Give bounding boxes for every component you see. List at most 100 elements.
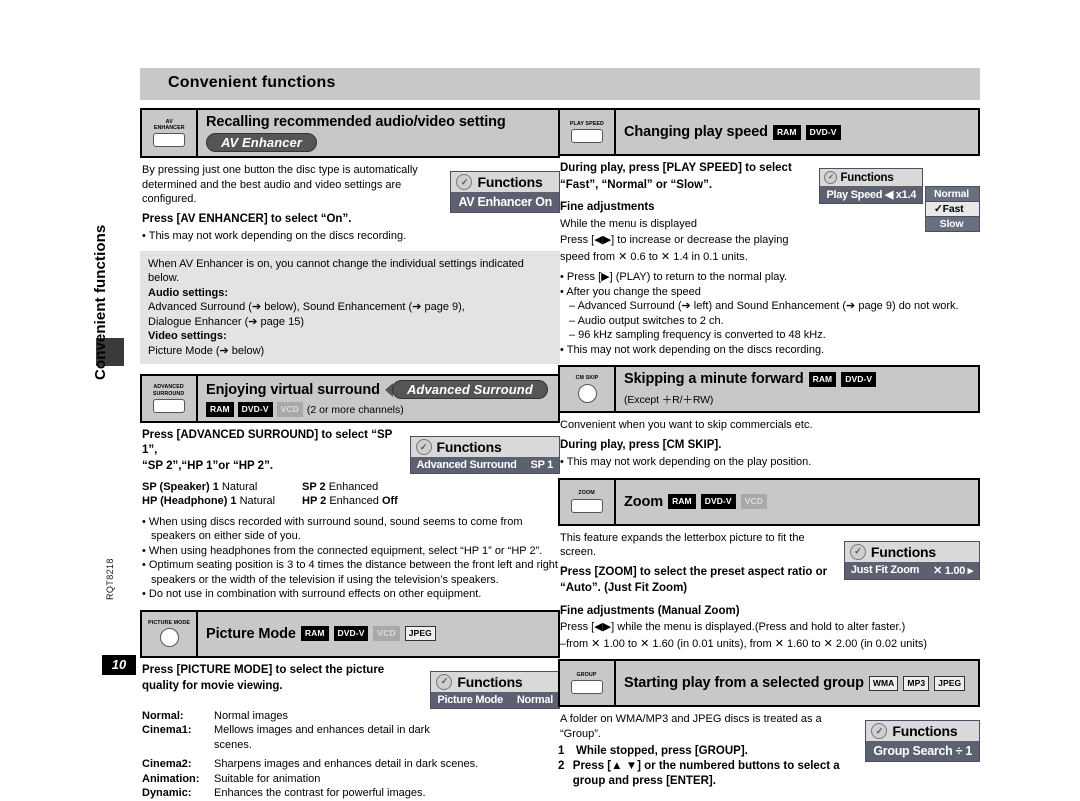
functions-disc-icon: ✓: [849, 543, 866, 560]
functions-disc-icon: ✓: [415, 439, 432, 455]
group-steps: 1 While stopped, press [GROUP]. 2 Press …: [558, 744, 853, 789]
mode-key-2: SP 2: [302, 480, 326, 493]
osd-header: ✓ Functions: [410, 437, 559, 457]
remote-button-shape-icon: [159, 628, 179, 648]
left-column: AV ENHANCER Recalling recommended audio/v…: [140, 108, 560, 801]
functions-disc-icon: ✓: [824, 171, 838, 184]
zoom-instruction-1: Press [ZOOM] to select the preset aspect…: [560, 565, 828, 578]
cm-skip-intro: Convenient when you want to skip commerc…: [560, 419, 813, 431]
play-speed-instruction-2: “Fast”, “Normal” or “Slow”.: [560, 178, 713, 191]
dropdown-option-normal[interactable]: Normal: [926, 187, 979, 202]
osd-header: ✓ Functions: [844, 541, 979, 562]
osd-av-enhancer: ✓ Functions AV Enhancer On: [450, 171, 560, 213]
mode-value-2: Enhanced: [328, 480, 379, 493]
section-av-enhancer: AV ENHANCER Recalling recommended audio/v…: [140, 108, 560, 158]
dropdown-option-fast[interactable]: ✓Fast: [926, 202, 979, 217]
sub-bullet-item: – Audio output switches to 2 ch.: [560, 314, 980, 329]
step-number: 1: [558, 745, 565, 757]
mode-row: HP 2 Enhanced Off: [302, 494, 452, 509]
osd-advanced-surround: ✓ Functions Advanced Surround SP 1: [409, 436, 560, 474]
bullet-item: • Optimum seating position is 3 to 4 tim…: [142, 559, 558, 586]
disc-badge-dvdv: DVD-V: [333, 626, 369, 641]
mode-row: SP 2 Enhanced: [302, 480, 452, 495]
mode-value: Natural: [221, 480, 258, 493]
osd-row: Advanced Surround SP 1: [410, 457, 559, 473]
bullet-text: This may not work depending on the discs…: [148, 230, 407, 242]
remote-button-shape-icon: [571, 680, 603, 695]
osd-header: ✓ Functions: [820, 169, 923, 186]
disc-badge-dvdv: DVD-V: [237, 402, 273, 417]
av-enhancer-bullets: • This may not work depending on the dis…: [142, 229, 560, 244]
remote-button-group: GROUP: [560, 661, 616, 705]
section-advanced-surround: ADVANCED SURROUND Enjoying virtual surrou…: [140, 374, 560, 423]
section-title: Skipping a minute forward: [624, 371, 804, 387]
remote-button-zoom: ZOOM: [560, 479, 616, 524]
mode-key: Dynamic:: [142, 787, 192, 799]
osd-header: ✓ Functions: [451, 172, 559, 192]
advanced-surround-mode-list: SP (Speaker) 1 Natural SP 2 Enhanced HP …: [142, 480, 452, 509]
functions-disc-icon: ✓: [436, 673, 453, 690]
advanced-surround-bullets: • When using discs recorded with surroun…: [142, 515, 560, 602]
remote-button-advanced-surround: ADVANCED SURROUND: [142, 376, 198, 421]
mode-value: Natural: [239, 495, 276, 507]
disc-badge-vcd: VCD: [373, 626, 400, 641]
osd-header: ✓ Functions: [431, 671, 559, 692]
note-lead: When AV Enhancer is on, you cannot chang…: [148, 257, 524, 285]
remote-button-label: GROUP: [577, 671, 597, 678]
mode-key-2: HP 2: [302, 495, 327, 507]
remote-button-label: AV ENHANCER: [153, 118, 185, 131]
mode-row: SP (Speaker) 1 Natural: [142, 480, 302, 495]
chapter-tab-label: Convenient functions: [92, 224, 109, 380]
osd-row: Group Search ÷ 1: [866, 741, 979, 761]
chapter-banner: Convenient functions: [140, 68, 980, 100]
sub-bullet-item: – Advanced Surround (➔ left) and Sound E…: [560, 299, 980, 314]
disc-badge-vcd: VCD: [276, 402, 303, 417]
disc-badge-ram: RAM: [668, 494, 696, 509]
bullet-item: • When using discs recorded with surroun…: [142, 515, 523, 543]
av-enhancer-instruction: Press [AV ENHANCER] to select “On”.: [142, 212, 352, 225]
dropdown-option-slow[interactable]: Slow: [926, 217, 979, 231]
osd-row-label: AV Enhancer On: [458, 195, 552, 209]
bullet-text: After you change the speed: [566, 285, 701, 298]
mode-key: Animation:: [142, 772, 200, 785]
osd-row-label: Just Fit Zoom: [850, 563, 920, 576]
mode-key: SP (Speaker) 1: [142, 480, 219, 493]
mode-value: Sharpens images and enhances detail in d…: [214, 758, 479, 770]
manual-page: Convenient functions RQT8218 10 Convenie…: [0, 0, 1080, 799]
disc-badge-ram: RAM: [808, 371, 837, 387]
step-text: While stopped, press [GROUP].: [576, 745, 748, 757]
remote-button-shape-icon: [153, 133, 185, 148]
osd-row-label: Advanced Surround: [416, 459, 517, 471]
bullet-text: When using discs recorded with surround …: [148, 515, 523, 543]
disc-badge-vcd: VCD: [740, 494, 767, 509]
bullet-text: This may not work depending on the play …: [566, 456, 812, 468]
mode-row: HP (Headphone) 1 Natural: [142, 494, 302, 509]
disc-badge-mp3: MP3: [903, 675, 930, 691]
play-speed-dropdown[interactable]: Normal ✓Fast Slow: [925, 186, 980, 232]
osd-header-label: Functions: [870, 543, 936, 560]
osd-header-label: Functions: [840, 171, 894, 184]
disc-badge-dvdv: DVD-V: [700, 494, 736, 509]
zoom-fine-heading: Fine adjustments (Manual Zoom): [560, 604, 740, 617]
disc-badge-dvdv: DVD-V: [841, 371, 877, 387]
osd-row-value: ✕ 1.00 ▸: [933, 564, 973, 577]
remote-button-shape-icon: [571, 498, 603, 513]
zoom-fine-1: Press [◀▶] while the menu is displayed.(…: [560, 621, 906, 633]
functions-disc-icon: ✓: [871, 723, 888, 739]
mode-key: Cinema1:: [142, 724, 192, 736]
mode-key: HP (Headphone) 1: [142, 495, 237, 507]
bullet-text: – 96 kHz sampling frequency is converted…: [569, 329, 826, 341]
mode-key: Cinema2:: [142, 758, 192, 770]
mode-value: Suitable for animation: [214, 772, 321, 785]
remote-button-label: PLAY SPEED: [569, 120, 605, 127]
osd-header-label: Functions: [457, 673, 523, 690]
remote-button-play-speed: PLAY SPEED: [560, 110, 616, 154]
sub-bullet-item: – 96 kHz sampling frequency is converted…: [560, 328, 980, 343]
bullet-text: Do not use in combination with surround …: [148, 588, 482, 600]
disc-badge-ram: RAM: [300, 626, 329, 641]
av-enhancer-intro: By pressing just one button the disc typ…: [142, 164, 418, 205]
section-cm-skip: CM SKIP Skipping a minute forward RAM DV…: [558, 365, 980, 413]
functions-disc-icon: ✓: [456, 174, 473, 190]
page-number: 10: [102, 655, 136, 675]
osd-row: Picture Mode Normal: [431, 691, 559, 708]
